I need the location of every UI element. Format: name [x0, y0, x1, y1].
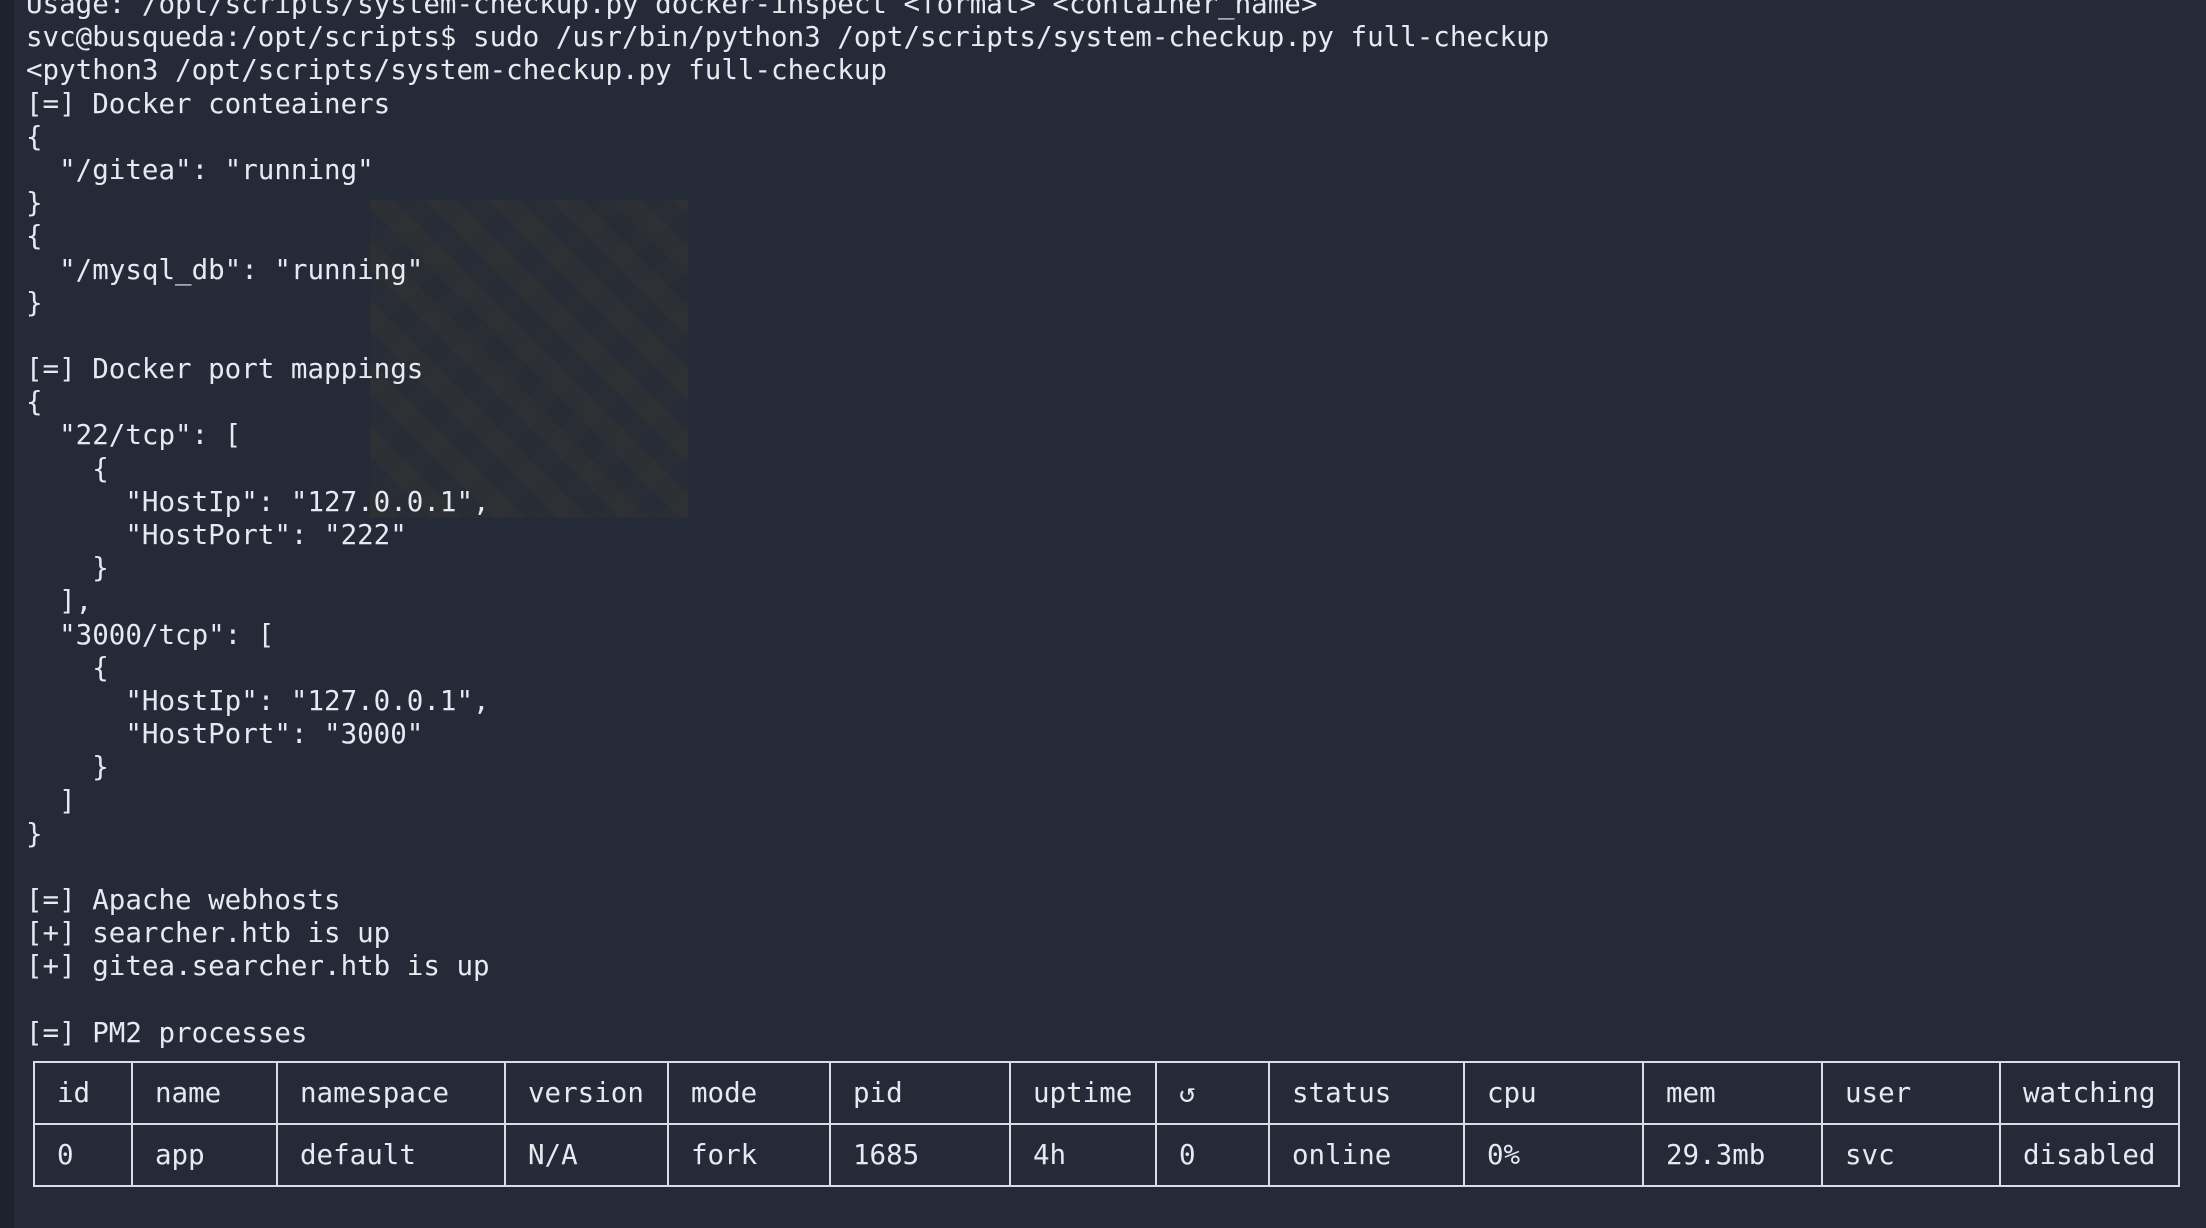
terminal-line: [+] searcher.htb is up: [26, 917, 391, 950]
column-header: watching: [1999, 1061, 2180, 1125]
terminal-line: Usage: /opt/scripts/system-checkup.py do…: [26, 0, 1318, 20]
terminal-line: svc@busqueda:/opt/scripts$ sudo /usr/bin…: [26, 21, 1550, 54]
terminal-line: ],: [26, 585, 93, 618]
background-window-edge: [0, 0, 14, 1228]
terminal-line: "HostPort": "3000": [26, 718, 424, 751]
terminal-line: "/gitea": "running": [26, 153, 374, 186]
column-header: mode: [667, 1061, 831, 1125]
terminal-line: <python3 /opt/scripts/system-checkup.py …: [26, 54, 887, 87]
column-header: cpu: [1463, 1061, 1644, 1125]
table-cell: N/A: [504, 1123, 669, 1187]
table-cell: 0: [1155, 1123, 1270, 1187]
column-header: ↺: [1155, 1061, 1270, 1125]
terminal-line: "/mysql_db": "running": [26, 253, 424, 286]
terminal-line: "HostIp": "127.0.0.1",: [26, 684, 490, 717]
column-header: uptime: [1009, 1061, 1157, 1125]
table-cell: fork: [667, 1123, 831, 1187]
column-header: mem: [1642, 1061, 1823, 1125]
table-cell: 1685: [829, 1123, 1011, 1187]
terminal-line: [=] Apache webhosts: [26, 884, 341, 917]
column-header: name: [131, 1061, 278, 1125]
terminal-line: {: [26, 651, 109, 684]
column-header: version: [504, 1061, 669, 1125]
terminal-line: }: [26, 817, 43, 850]
terminal-line: [+] gitea.searcher.htb is up: [26, 950, 490, 983]
column-header: id: [33, 1061, 133, 1125]
column-header: status: [1268, 1061, 1465, 1125]
table-cell: 0: [33, 1123, 133, 1187]
table-cell: online: [1268, 1123, 1465, 1187]
table-cell: app: [131, 1123, 278, 1187]
table-cell: disabled: [1999, 1123, 2180, 1187]
pm2-process-table: id name namespace version mode pid uptime ↺ stat…: [33, 1061, 2180, 1187]
terminal-line: }: [26, 286, 43, 319]
table-header-row: id name namespace version mode pid uptime ↺ stat…: [33, 1061, 2180, 1125]
column-header: user: [1821, 1061, 2001, 1125]
terminal-line: {: [26, 386, 43, 419]
column-header: namespace: [276, 1061, 506, 1125]
terminal-line: ]: [26, 784, 76, 817]
table-cell: default: [276, 1123, 506, 1187]
terminal-line: "22/tcp": [: [26, 419, 242, 452]
terminal-line: }: [26, 552, 109, 585]
table-cell: svc: [1821, 1123, 2001, 1187]
table-row: 0 app default N/A fork 1685 4h 0 online 0% 29.3mb s…: [33, 1123, 2180, 1187]
terminal-line: [=] PM2 processes: [26, 1016, 308, 1049]
column-header: pid: [829, 1061, 1011, 1125]
terminal-window[interactable]: Usage: /opt/scripts/system-checkup.py do…: [0, 0, 2206, 1228]
terminal-line: [=] Docker port mappings: [26, 353, 424, 386]
terminal-line: }: [26, 751, 109, 784]
terminal-line: "HostIp": "127.0.0.1",: [26, 485, 490, 518]
terminal-line: {: [26, 220, 43, 253]
terminal-line: "3000/tcp": [: [26, 618, 275, 651]
terminal-line: "HostPort": "222": [26, 519, 407, 551]
table-cell: 0%: [1463, 1123, 1644, 1187]
terminal-line: {: [26, 452, 109, 485]
table-cell: 29.3mb: [1642, 1123, 1823, 1187]
terminal-line: {: [26, 120, 43, 153]
table-cell: 4h: [1009, 1123, 1157, 1187]
terminal-output[interactable]: Usage: /opt/scripts/system-checkup.py do…: [26, 0, 2196, 1050]
terminal-line: }: [26, 187, 43, 220]
terminal-line: [=] Docker conteainers: [26, 87, 391, 120]
